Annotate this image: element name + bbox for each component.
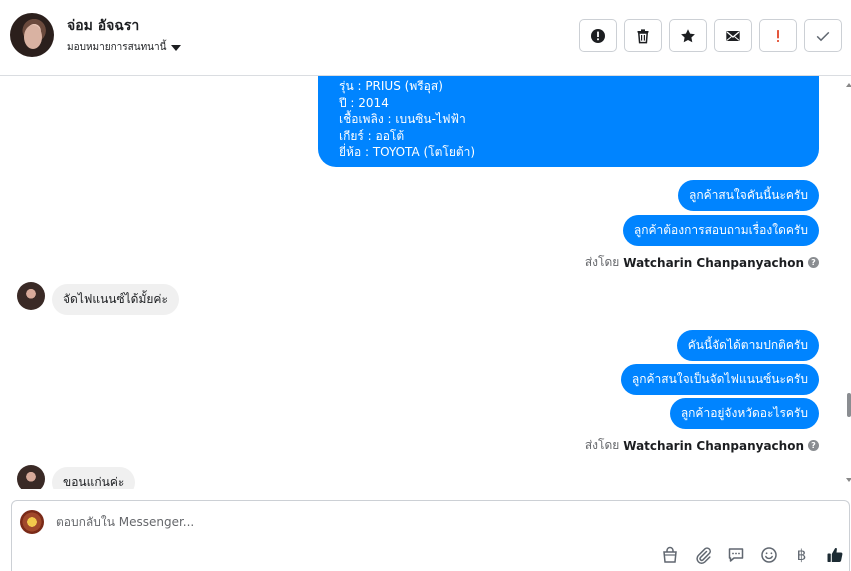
info-icon[interactable]: ? bbox=[808, 440, 819, 451]
emoji-button[interactable] bbox=[759, 545, 778, 564]
scrollbar-track[interactable] bbox=[843, 76, 851, 496]
trash-icon bbox=[637, 28, 649, 43]
page-avatar bbox=[20, 510, 44, 534]
alert-circle-icon bbox=[591, 28, 605, 43]
assign-label: มอบหมายการสนทนานี้ bbox=[67, 42, 167, 53]
saved-reply-icon bbox=[728, 547, 743, 562]
check-icon bbox=[816, 31, 830, 41]
car-info-line: ยี่ห้อ : TOYOTA (โตโยต้า) bbox=[339, 145, 476, 160]
car-info-line: รุ่น : PRIUS (พรีอุส) bbox=[339, 79, 443, 93]
paperclip-icon bbox=[695, 546, 711, 564]
contact-avatar-small[interactable] bbox=[17, 282, 45, 310]
shop-bag-button[interactable] bbox=[660, 545, 679, 564]
saved-reply-button[interactable] bbox=[726, 545, 745, 564]
shop-bag-icon bbox=[662, 546, 677, 563]
delete-button[interactable] bbox=[624, 19, 662, 52]
contact-avatar-small[interactable] bbox=[17, 465, 45, 489]
follow-up-button[interactable] bbox=[759, 19, 797, 52]
contact-avatar[interactable] bbox=[10, 13, 54, 57]
reply-composer: ฿ bbox=[11, 500, 850, 571]
conversation-header: จ่อม อัจฉรา มอบหมายการสนทนานี้ bbox=[0, 0, 851, 76]
star-button[interactable] bbox=[669, 19, 707, 52]
emoji-icon bbox=[760, 546, 777, 563]
scroll-down-arrow-icon[interactable] bbox=[846, 478, 851, 482]
like-button[interactable] bbox=[825, 545, 844, 564]
outgoing-message: ลูกค้าสนใจเป็นจัดไฟแนนซ์นะครับ bbox=[620, 364, 819, 395]
spam-button[interactable] bbox=[579, 19, 617, 52]
car-info-line: เชื้อเพลิง : เบนซิน-ไฟฟ้า bbox=[339, 112, 466, 127]
baht-icon: ฿ bbox=[796, 545, 807, 564]
contact-name[interactable]: จ่อม อัจฉรา bbox=[67, 15, 139, 37]
payment-button[interactable]: ฿ bbox=[792, 545, 811, 564]
sender-name: Watcharin Chanpanyachon bbox=[623, 438, 804, 453]
incoming-message: จัดไฟแนนซ์ได้มั้ยค่ะ bbox=[52, 284, 179, 315]
mark-done-button[interactable] bbox=[804, 19, 842, 52]
envelope-icon bbox=[726, 30, 740, 41]
car-info-message: รุ่น : PRIUS (พรีอุส) ปี : 2014 เชื้อเพล… bbox=[318, 76, 819, 167]
message-thread[interactable]: รุ่น : PRIUS (พรีอุส) ปี : 2014 เชื้อเพล… bbox=[0, 76, 843, 489]
reply-input[interactable] bbox=[56, 512, 656, 532]
outgoing-message: คันนี้จัดได้ตามปกติครับ bbox=[676, 330, 819, 361]
mark-unread-button[interactable] bbox=[714, 19, 752, 52]
scroll-up-arrow-icon[interactable] bbox=[846, 83, 851, 87]
sent-by-label: ส่งโดย bbox=[584, 438, 620, 452]
outgoing-message: ลูกค้าสนใจคันนี้นะครับ bbox=[678, 180, 819, 211]
info-icon[interactable]: ? bbox=[808, 257, 819, 268]
thumbs-up-icon bbox=[827, 547, 842, 562]
caret-down-icon bbox=[171, 44, 182, 51]
sent-by-line: ส่งโดย Watcharin Chanpanyachon ? bbox=[585, 436, 819, 455]
car-info-line: เกียร์ : ออโต้ bbox=[339, 128, 405, 143]
scrollbar-thumb[interactable] bbox=[847, 393, 851, 417]
sender-name: Watcharin Chanpanyachon bbox=[623, 255, 804, 270]
exclamation-icon bbox=[777, 29, 779, 42]
composer-tools: ฿ bbox=[660, 545, 844, 564]
sent-by-line: ส่งโดย Watcharin Chanpanyachon ? bbox=[585, 253, 819, 272]
sent-by-label: ส่งโดย bbox=[584, 255, 620, 269]
car-info-line: ปี : 2014 bbox=[339, 95, 389, 110]
header-actions bbox=[579, 19, 842, 52]
star-icon bbox=[681, 28, 695, 42]
attach-button[interactable] bbox=[693, 545, 712, 564]
incoming-message: ขอนแก่นค่ะ bbox=[52, 467, 136, 489]
outgoing-message: ลูกค้าต้องการสอบถามเรื่องใดครับ bbox=[622, 215, 819, 246]
outgoing-message: ลูกค้าอยู่จังหวัดอะไรครับ bbox=[669, 398, 819, 429]
assign-conversation-dropdown[interactable]: มอบหมายการสนทนานี้ bbox=[67, 40, 182, 55]
